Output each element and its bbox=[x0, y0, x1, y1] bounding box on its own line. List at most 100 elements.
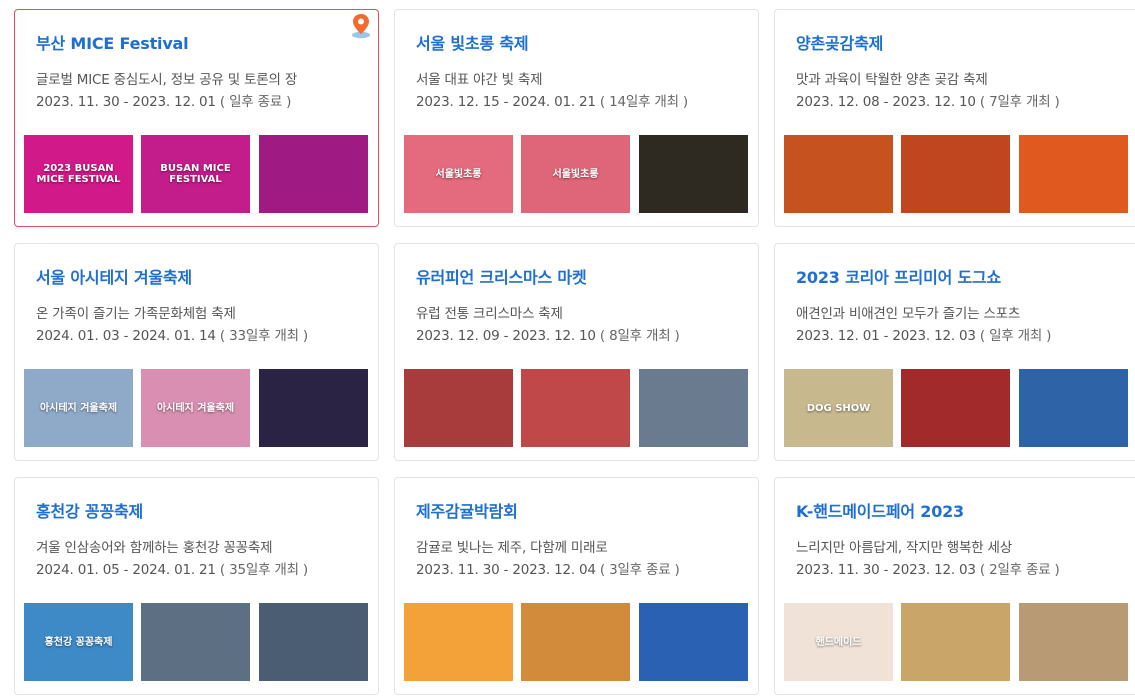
festival-thumbnail[interactable] bbox=[259, 369, 368, 447]
festival-thumbnail[interactable] bbox=[1019, 369, 1128, 447]
festival-status: ( 35일후 개최 ) bbox=[219, 562, 308, 578]
festival-thumbnail[interactable] bbox=[404, 369, 513, 447]
festival-card[interactable]: 부산 MICE Festival 글로벌 MICE 중심도시, 정보 공유 및 토… bbox=[14, 9, 379, 227]
festival-date-range: 2023. 12. 15 - 2024. 01. 21 bbox=[416, 94, 596, 110]
festival-card[interactable]: 제주감귤박람회감귤로 빛나는 제주, 다함께 미래로 2023. 11. 30 -… bbox=[394, 477, 759, 695]
festival-thumbnail[interactable]: 서울빛초롱 bbox=[404, 135, 513, 213]
festival-date-range: 2023. 11. 30 - 2023. 12. 03 bbox=[796, 562, 976, 578]
festival-dates: 2023. 12. 01 - 2023. 12. 03 ( 일후 개최 ) bbox=[796, 324, 1051, 344]
festival-card[interactable]: K-핸드메이드페어 2023 느리지만 아름답게, 작지만 행복한 세상 2023.… bbox=[774, 477, 1135, 695]
festival-status: ( 14일후 개최 ) bbox=[599, 94, 688, 110]
festival-card[interactable]: 홍천강 꽁꽁축제 겨울 인삼송어와 함께하는 홍천강 꽁꽁축제 2024. 01. … bbox=[14, 477, 379, 695]
thumbnail-caption: 2023 BUSAN MICE FESTIVAL bbox=[36, 163, 121, 185]
festival-thumbnail[interactable] bbox=[784, 135, 893, 213]
festival-thumbnail[interactable] bbox=[521, 369, 630, 447]
festival-thumbnail[interactable] bbox=[1019, 603, 1128, 681]
festival-description: 글로벌 MICE 중심도시, 정보 공유 및 토론의 장 bbox=[36, 72, 298, 88]
festival-title[interactable]: 양촌곶감축제 bbox=[796, 30, 883, 54]
festival-description: 느리지만 아름답게, 작지만 행복한 세상 bbox=[796, 540, 1012, 556]
festival-dates: 2023. 12. 09 - 2023. 12. 10 ( 8일후 개최 ) bbox=[416, 324, 680, 344]
festival-status: ( 일후 종료 ) bbox=[219, 94, 292, 110]
festival-title[interactable]: 부산 MICE Festival bbox=[36, 30, 189, 54]
festival-date-range: 2023. 12. 08 - 2023. 12. 10 bbox=[796, 94, 976, 110]
thumbnail-caption: 아시테지 겨울축제 bbox=[39, 402, 118, 414]
festival-thumbnails bbox=[404, 369, 750, 447]
festival-thumbnail[interactable] bbox=[259, 603, 368, 681]
festival-thumbnails: 아시테지 겨울축제 아시테지 겨울축제 bbox=[24, 369, 370, 447]
festival-description: 애견인과 비애견인 모두가 즐기는 스포츠 bbox=[796, 306, 1021, 322]
festival-thumbnail[interactable] bbox=[901, 369, 1010, 447]
festival-description: 맛과 과육이 탁월한 양촌 곶감 축제 bbox=[796, 72, 988, 88]
festival-card[interactable]: 2023 코리아 프리미어 도그쇼애견인과 비애견인 모두가 즐기는 스포츠 20… bbox=[774, 243, 1135, 461]
festival-thumbnail[interactable] bbox=[639, 135, 748, 213]
festival-title[interactable]: 유러피언 크리스마스 마켓 bbox=[416, 264, 587, 288]
festival-status: ( 3일후 종료 ) bbox=[599, 562, 680, 578]
festival-title[interactable]: 제주감귤박람회 bbox=[416, 498, 518, 522]
festival-thumbnails: 2023 BUSAN MICE FESTIVAL BUSAN MICE FESTI… bbox=[24, 135, 370, 213]
festival-thumbnail[interactable] bbox=[1019, 135, 1128, 213]
festival-dates: 2023. 12. 08 - 2023. 12. 10 ( 7일후 개최 ) bbox=[796, 90, 1060, 110]
thumbnail-caption: 홍천강 꽁꽁축제 bbox=[44, 636, 113, 648]
festival-description: 유럽 전통 크리스마스 축제 bbox=[416, 306, 563, 322]
festival-thumbnail[interactable] bbox=[639, 369, 748, 447]
festival-thumbnails: 핸드메이드 bbox=[784, 603, 1130, 681]
festival-date-range: 2024. 01. 03 - 2024. 01. 14 bbox=[36, 328, 216, 344]
festival-thumbnail[interactable]: 아시테지 겨울축제 bbox=[141, 369, 250, 447]
festival-thumbnail[interactable]: 서울빛초롱 bbox=[521, 135, 630, 213]
festival-status: ( 일후 개최 ) bbox=[979, 328, 1052, 344]
festival-dates: 2023. 11. 30 - 2023. 12. 04 ( 3일후 종료 ) bbox=[416, 558, 680, 578]
festival-thumbnail[interactable]: DOG SHOW bbox=[784, 369, 893, 447]
festival-title[interactable]: K-핸드메이드페어 2023 bbox=[796, 498, 964, 522]
festival-title[interactable]: 서울 빛초롱 축제 bbox=[416, 30, 529, 54]
festival-status: ( 8일후 개최 ) bbox=[599, 328, 680, 344]
festival-dates: 2024. 01. 05 - 2024. 01. 21 ( 35일후 개최 ) bbox=[36, 558, 308, 578]
festival-thumbnails bbox=[404, 603, 750, 681]
festival-description: 온 가족이 즐기는 가족문화체험 축제 bbox=[36, 306, 236, 322]
location-pin-icon bbox=[352, 14, 370, 39]
festival-date-range: 2023. 11. 30 - 2023. 12. 04 bbox=[416, 562, 596, 578]
festival-thumbnail[interactable] bbox=[141, 603, 250, 681]
festival-description: 서울 대표 야간 빛 축제 bbox=[416, 72, 543, 88]
festival-status: ( 33일후 개최 ) bbox=[219, 328, 308, 344]
festival-dates: 2023. 11. 30 - 2023. 12. 03 ( 2일후 종료 ) bbox=[796, 558, 1060, 578]
festival-title[interactable]: 2023 코리아 프리미어 도그쇼 bbox=[796, 264, 1001, 288]
festival-card[interactable]: 양촌곶감축제맛과 과육이 탁월한 양촌 곶감 축제 2023. 12. 08 - … bbox=[774, 9, 1135, 227]
festival-date-range: 2024. 01. 05 - 2024. 01. 21 bbox=[36, 562, 216, 578]
festival-status: ( 7일후 개최 ) bbox=[979, 94, 1060, 110]
festival-thumbnail[interactable]: 홍천강 꽁꽁축제 bbox=[24, 603, 133, 681]
festival-card[interactable]: 유러피언 크리스마스 마켓유럽 전통 크리스마스 축제 2023. 12. 09 … bbox=[394, 243, 759, 461]
festival-thumbnail[interactable]: 2023 BUSAN MICE FESTIVAL bbox=[24, 135, 133, 213]
festival-thumbnails bbox=[784, 135, 1130, 213]
festival-date-range: 2023. 12. 09 - 2023. 12. 10 bbox=[416, 328, 596, 344]
thumbnail-caption: 핸드메이드 bbox=[815, 636, 862, 648]
festival-dates: 2023. 11. 30 - 2023. 12. 01 ( 일후 종료 ) bbox=[36, 90, 291, 110]
festival-card[interactable]: 서울 아시테지 겨울축제온 가족이 즐기는 가족문화체험 축제 2024. 01.… bbox=[14, 243, 379, 461]
festival-thumbnail[interactable]: 핸드메이드 bbox=[784, 603, 893, 681]
festival-dates: 2023. 12. 15 - 2024. 01. 21 ( 14일후 개최 ) bbox=[416, 90, 688, 110]
festival-thumbnails: 서울빛초롱 서울빛초롱 bbox=[404, 135, 750, 213]
festival-thumbnail[interactable] bbox=[259, 135, 368, 213]
festival-thumbnail[interactable]: BUSAN MICE FESTIVAL bbox=[141, 135, 250, 213]
thumbnail-caption: 서울빛초롱 bbox=[552, 168, 599, 180]
festival-thumbnails: 홍천강 꽁꽁축제 bbox=[24, 603, 370, 681]
festival-thumbnail[interactable] bbox=[901, 135, 1010, 213]
festival-date-range: 2023. 11. 30 - 2023. 12. 01 bbox=[36, 94, 216, 110]
thumbnail-caption: DOG SHOW bbox=[806, 402, 871, 414]
thumbnail-caption: BUSAN MICE FESTIVAL bbox=[160, 163, 231, 185]
festival-date-range: 2023. 12. 01 - 2023. 12. 03 bbox=[796, 328, 976, 344]
festival-title[interactable]: 서울 아시테지 겨울축제 bbox=[36, 264, 192, 288]
festival-thumbnails: DOG SHOW bbox=[784, 369, 1130, 447]
festival-description: 감귤로 빛나는 제주, 다함께 미래로 bbox=[416, 540, 608, 556]
festival-thumbnail[interactable]: 아시테지 겨울축제 bbox=[24, 369, 133, 447]
festival-thumbnail[interactable] bbox=[639, 603, 748, 681]
festival-dates: 2024. 01. 03 - 2024. 01. 14 ( 33일후 개최 ) bbox=[36, 324, 308, 344]
festival-title[interactable]: 홍천강 꽁꽁축제 bbox=[36, 498, 143, 522]
festival-thumbnail[interactable] bbox=[521, 603, 630, 681]
thumbnail-caption: 서울빛초롱 bbox=[435, 168, 482, 180]
festival-status: ( 2일후 종료 ) bbox=[979, 562, 1060, 578]
festival-thumbnail[interactable] bbox=[404, 603, 513, 681]
festival-description: 겨울 인삼송어와 함께하는 홍천강 꽁꽁축제 bbox=[36, 540, 273, 556]
festival-thumbnail[interactable] bbox=[901, 603, 1010, 681]
thumbnail-caption: 아시테지 겨울축제 bbox=[156, 402, 235, 414]
festival-card[interactable]: 서울 빛초롱 축제서울 대표 야간 빛 축제 2023. 12. 15 - 202… bbox=[394, 9, 759, 227]
